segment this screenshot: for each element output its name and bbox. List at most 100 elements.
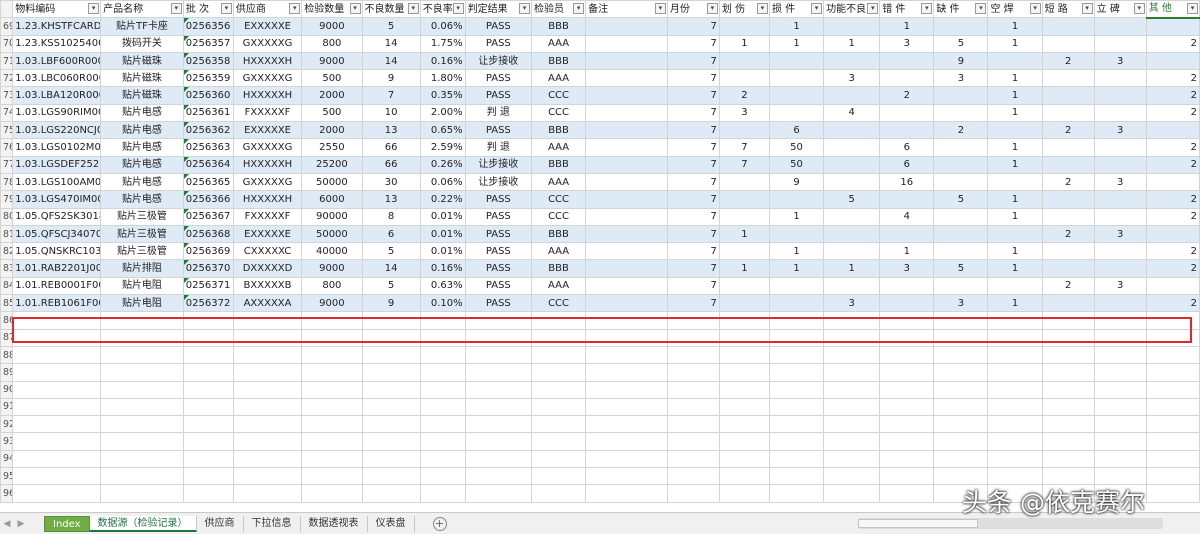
empty-cell[interactable] <box>768 415 825 434</box>
empty-cell[interactable] <box>12 363 102 382</box>
table-cell[interactable]: 66 <box>361 155 421 174</box>
table-cell[interactable]: 0256362 <box>182 121 234 140</box>
horizontal-scrollbar[interactable] <box>858 518 1163 529</box>
empty-cell[interactable] <box>301 432 363 451</box>
filter-dropdown-icon[interactable]: ▾ <box>289 3 301 14</box>
empty-cell[interactable] <box>182 328 234 347</box>
row-number[interactable]: 81 <box>0 224 14 244</box>
table-cell[interactable] <box>823 207 881 226</box>
empty-cell[interactable] <box>1093 432 1147 451</box>
row-number[interactable]: 79 <box>0 190 14 209</box>
table-cell[interactable] <box>768 51 825 71</box>
table-cell[interactable]: 9000 <box>301 17 363 36</box>
table-cell[interactable]: 9000 <box>301 259 363 278</box>
table-cell[interactable]: 贴片三极管 <box>100 242 184 261</box>
empty-cell[interactable] <box>879 380 935 399</box>
empty-cell[interactable] <box>232 415 303 434</box>
table-cell[interactable] <box>1093 103 1147 123</box>
table-cell[interactable]: 6000 <box>301 190 363 209</box>
table-cell[interactable]: 7 <box>666 155 720 174</box>
table-cell[interactable]: 9 <box>933 51 989 71</box>
empty-cell[interactable] <box>301 380 363 399</box>
table-cell[interactable]: 2 <box>1145 242 1200 261</box>
table-cell[interactable]: 1 <box>718 34 770 53</box>
table-cell[interactable]: 0.35% <box>419 86 466 105</box>
table-cell[interactable]: FXXXXXF <box>232 103 303 123</box>
empty-cell[interactable] <box>987 449 1043 469</box>
table-cell[interactable]: 7 <box>666 294 720 313</box>
table-cell[interactable]: 3 <box>1093 51 1147 71</box>
table-cell[interactable]: CXXXXXC <box>232 242 303 261</box>
table-cell[interactable] <box>933 172 989 192</box>
table-cell[interactable] <box>823 121 881 140</box>
table-cell[interactable]: 1.03.LGSDEF2520 <box>12 155 102 174</box>
table-cell[interactable]: 1 <box>879 17 935 36</box>
table-cell[interactable]: 贴片三极管 <box>100 224 184 244</box>
table-cell[interactable]: 1.05.QNSKRC103S <box>12 242 102 261</box>
empty-cell[interactable] <box>361 415 421 434</box>
table-cell[interactable]: BBB <box>530 51 587 71</box>
empty-cell[interactable] <box>933 415 989 434</box>
table-cell[interactable]: 4 <box>823 103 881 123</box>
empty-cell[interactable] <box>1093 449 1147 469</box>
empty-cell[interactable] <box>182 345 234 365</box>
table-cell[interactable]: 贴片电感 <box>100 155 184 174</box>
table-cell[interactable]: AXXXXXA <box>232 294 303 313</box>
empty-cell[interactable] <box>933 397 989 417</box>
empty-cell[interactable] <box>1041 311 1095 330</box>
table-cell[interactable]: PASS <box>464 294 533 313</box>
table-cell[interactable]: 0256370 <box>182 259 234 278</box>
column-header[interactable]: 物料编码 ▾ <box>12 0 102 19</box>
empty-cell[interactable] <box>666 432 720 451</box>
table-cell[interactable] <box>933 17 989 36</box>
table-cell[interactable]: 2 <box>933 121 989 140</box>
empty-cell[interactable] <box>933 432 989 451</box>
empty-cell[interactable] <box>12 432 102 451</box>
empty-cell[interactable] <box>419 311 466 330</box>
column-header[interactable]: 不良率 ▾ <box>419 0 466 19</box>
table-cell[interactable]: BBB <box>530 155 587 174</box>
empty-cell[interactable] <box>100 328 184 347</box>
row-number[interactable]: 77 <box>0 155 14 174</box>
empty-cell[interactable] <box>301 311 363 330</box>
column-header[interactable]: 损 件 ▾ <box>768 0 825 19</box>
empty-cell[interactable] <box>768 328 825 347</box>
filter-dropdown-icon[interactable]: ▾ <box>407 3 419 14</box>
table-cell[interactable]: BBB <box>530 17 587 36</box>
row-number[interactable]: 69 <box>0 17 14 36</box>
empty-cell[interactable] <box>232 449 303 469</box>
table-cell[interactable]: 2 <box>1145 69 1200 88</box>
empty-cell[interactable] <box>1145 467 1200 486</box>
table-cell[interactable]: 1 <box>823 34 881 53</box>
table-cell[interactable]: 1 <box>987 294 1043 313</box>
table-cell[interactable] <box>1145 224 1200 244</box>
empty-cell[interactable] <box>585 380 668 399</box>
table-cell[interactable]: 2 <box>1041 121 1095 140</box>
column-header[interactable]: 产品名称 ▾ <box>100 0 184 19</box>
table-cell[interactable]: CCC <box>530 207 587 226</box>
empty-cell[interactable] <box>100 311 184 330</box>
table-cell[interactable] <box>585 242 668 261</box>
empty-cell[interactable] <box>1145 328 1200 347</box>
empty-cell[interactable] <box>464 415 533 434</box>
empty-cell[interactable] <box>718 363 770 382</box>
column-header[interactable]: 不良数量 ▾ <box>361 0 421 19</box>
table-cell[interactable]: 0.16% <box>419 259 466 278</box>
table-cell[interactable]: 1.03.LBC060R000 <box>12 69 102 88</box>
empty-cell[interactable] <box>182 415 234 434</box>
table-cell[interactable] <box>933 276 989 296</box>
empty-cell[interactable] <box>530 449 587 469</box>
empty-cell[interactable] <box>823 415 881 434</box>
empty-cell[interactable] <box>933 311 989 330</box>
row-number[interactable]: 85 <box>0 294 14 313</box>
empty-cell[interactable] <box>879 449 935 469</box>
table-cell[interactable]: AAA <box>530 138 587 157</box>
table-cell[interactable]: 7 <box>666 224 720 244</box>
empty-cell[interactable] <box>666 380 720 399</box>
empty-cell[interactable] <box>232 397 303 417</box>
prev-sheet-arrow-icon[interactable]: ◀ <box>0 519 14 529</box>
row-number[interactable]: 80 <box>0 207 14 226</box>
table-cell[interactable]: 7 <box>666 121 720 140</box>
table-cell[interactable]: 1.23.KHSTFCARD0 <box>12 17 102 36</box>
table-cell[interactable]: 0.06% <box>419 172 466 192</box>
